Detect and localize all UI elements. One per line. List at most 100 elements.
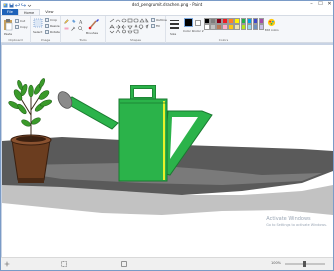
palette-swatch[interactable] xyxy=(204,24,210,30)
color2-swatch[interactable] xyxy=(195,20,201,26)
color2-label: Color 2 xyxy=(193,29,204,33)
canvas-area: Activate Windows Go to Settings to activ… xyxy=(1,43,333,257)
color-palette xyxy=(204,18,266,31)
rotate-icon xyxy=(45,30,49,34)
selection-size-icon xyxy=(61,261,67,267)
rotate-button[interactable]: Rotate xyxy=(45,30,60,34)
fill-icon xyxy=(151,24,155,28)
text-tool-icon[interactable]: A xyxy=(78,19,83,25)
palette-swatch[interactable] xyxy=(240,24,247,30)
palette-swatch[interactable] xyxy=(228,18,234,24)
group-shapes: Outline Fill Shapes xyxy=(106,16,167,43)
ribbon: Paste Cut Copy Clipboard Select Crop Res… xyxy=(1,15,333,43)
edit-colors-button[interactable]: Edit colors xyxy=(265,29,279,32)
group-colors: Size Color 1 Color 2 Edit colors Colors xyxy=(166,16,281,43)
cut-label: Cut xyxy=(20,19,26,23)
rotate-label: Rotate xyxy=(50,30,60,34)
zoom-slider-thumb[interactable] xyxy=(303,261,306,267)
crop-icon xyxy=(45,18,49,22)
group-label-colors: Colors xyxy=(218,38,229,42)
can-body xyxy=(118,98,168,182)
pencil-icon[interactable] xyxy=(64,19,69,24)
window-controls: – ☐ ✕ xyxy=(309,2,332,7)
maximize-button[interactable]: ☐ xyxy=(318,2,323,7)
palette-swatch[interactable] xyxy=(234,18,240,24)
palette-swatch[interactable] xyxy=(210,18,216,24)
paste-icon[interactable] xyxy=(3,18,13,31)
group-tools: A Brushes Tools xyxy=(61,16,106,43)
select-icon[interactable] xyxy=(33,18,43,28)
resize-label: Resize xyxy=(50,24,60,28)
magnifier-icon[interactable] xyxy=(78,26,83,31)
select-button[interactable]: Select xyxy=(33,30,42,34)
palette-swatch[interactable] xyxy=(246,24,253,30)
scissors-icon xyxy=(15,19,19,23)
brushes-button[interactable]: Brushes xyxy=(86,31,98,35)
brushes-icon[interactable] xyxy=(88,18,100,30)
group-label-tools: Tools xyxy=(79,38,87,42)
palette-swatch[interactable] xyxy=(228,24,234,30)
paint-window: dsd_pengrumit.drachen.png - Paint – ☐ ✕ … xyxy=(0,0,334,271)
group-label-clipboard: Clipboard xyxy=(8,38,23,42)
outline-icon xyxy=(151,18,155,22)
activate-subtitle: Go to Settings to activate Windows. xyxy=(266,223,327,227)
minimize-button[interactable]: – xyxy=(309,2,314,7)
palette-swatch[interactable] xyxy=(252,24,259,30)
group-clipboard: Paste Cut Copy Clipboard xyxy=(1,16,31,43)
select-label: Select xyxy=(33,30,43,34)
palette-swatch[interactable] xyxy=(252,18,259,24)
palette-swatch[interactable] xyxy=(258,24,265,30)
close-button[interactable]: ✕ xyxy=(327,2,332,7)
fill-label: Fill xyxy=(156,24,161,28)
color-picker-icon[interactable] xyxy=(71,26,76,31)
spout-head xyxy=(57,91,73,109)
flower-pot xyxy=(11,139,51,181)
pot-base xyxy=(18,178,44,183)
size-picker[interactable] xyxy=(170,18,179,30)
cut-button[interactable]: Cut xyxy=(15,19,25,23)
edit-colors-icon[interactable] xyxy=(267,18,276,27)
palette-swatch[interactable] xyxy=(216,18,222,24)
plant-leaves xyxy=(8,78,52,127)
palette-swatch[interactable] xyxy=(204,18,210,24)
copy-icon xyxy=(15,25,19,29)
title-bar: dsd_pengrumit.drachen.png - Paint – ☐ ✕ xyxy=(1,1,333,9)
window-title: dsd_pengrumit.drachen.png - Paint xyxy=(131,2,203,7)
size-label: Size xyxy=(170,32,177,36)
crop-button[interactable]: Crop xyxy=(45,18,57,22)
fill-bucket-icon[interactable] xyxy=(71,19,76,24)
zoom-slider[interactable] xyxy=(285,261,325,267)
eraser-icon[interactable] xyxy=(64,26,69,31)
color1-swatch[interactable] xyxy=(184,18,193,27)
palette-swatch[interactable] xyxy=(216,24,222,30)
copy-label: Copy xyxy=(20,25,28,29)
resize-button[interactable]: Resize xyxy=(45,24,60,28)
zoom-level: 100% xyxy=(271,261,282,265)
palette-swatch[interactable] xyxy=(246,18,253,24)
color2-button[interactable]: Color 2 xyxy=(193,29,204,33)
group-image: Select Crop Resize Rotate Image xyxy=(31,16,61,43)
cursor-position-icon xyxy=(4,261,10,267)
palette-swatch[interactable] xyxy=(222,18,228,24)
paste-button[interactable]: Paste xyxy=(4,32,12,36)
group-label-image: Image xyxy=(40,38,51,42)
resize-icon xyxy=(45,24,49,28)
group-label-shapes: Shapes xyxy=(130,38,141,42)
palette-swatch[interactable] xyxy=(258,18,265,24)
paste-label: Paste xyxy=(4,32,13,36)
copy-button[interactable]: Copy xyxy=(15,25,28,29)
outline-button[interactable]: Outline xyxy=(151,18,167,22)
palette-swatch[interactable] xyxy=(222,24,228,30)
status-bar: 100% xyxy=(1,257,333,270)
palette-swatch[interactable] xyxy=(240,18,247,24)
palette-swatch[interactable] xyxy=(234,24,240,30)
crop-label: Crop xyxy=(50,18,58,22)
can-top-handle xyxy=(130,85,156,101)
shapes-gallery[interactable] xyxy=(109,18,149,34)
brushes-label: Brushes xyxy=(86,31,99,35)
drawing-canvas[interactable]: Activate Windows Go to Settings to activ… xyxy=(2,45,333,257)
palette-swatch[interactable] xyxy=(210,24,216,30)
image-size-icon xyxy=(121,261,127,267)
fill-button[interactable]: Fill xyxy=(151,24,160,28)
size-button[interactable]: Size xyxy=(170,32,176,36)
